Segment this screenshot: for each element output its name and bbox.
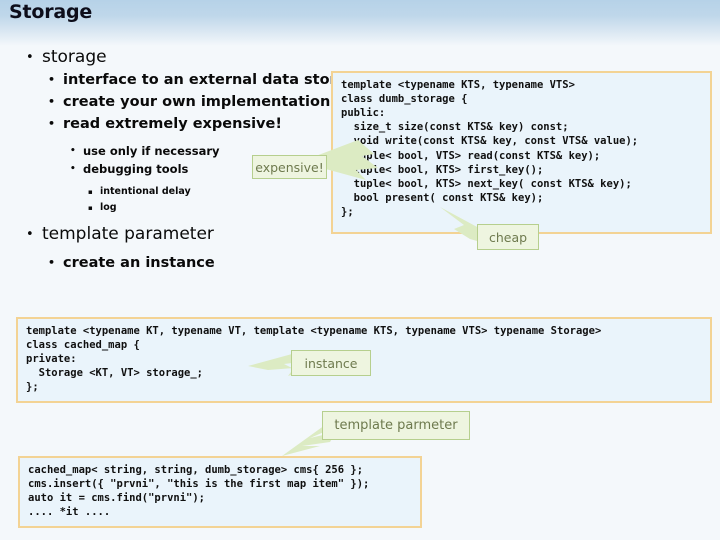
bullet-text: storage — [42, 47, 107, 67]
bullet-marker: • — [48, 73, 56, 86]
bullet-text: intentional delay — [100, 186, 191, 197]
bullet-text: create an instance — [63, 255, 215, 271]
bullet-marker: ▪ — [88, 204, 93, 212]
bullet-text: interface to an external data store — [63, 72, 347, 88]
bullet-text: use only if necessary — [83, 144, 220, 158]
callout-instance-label: instance — [304, 355, 358, 371]
bullet-item-log: ▪ log — [0, 200, 340, 216]
bullet-marker: • — [48, 95, 56, 108]
bullet-marker: • — [70, 146, 76, 156]
bullet-item-template-parameter: • template parameter — [0, 223, 340, 246]
callout-cheap: cheap — [477, 224, 539, 250]
callout-expensive-label: expensive! — [255, 159, 324, 175]
bullet-item-read-expensive: • read extremely expensive! — [0, 113, 340, 135]
bullet-item-intentional-delay: ▪ intentional delay — [0, 184, 340, 200]
bullet-text: debugging tools — [83, 162, 189, 176]
bullet-marker: • — [26, 227, 34, 242]
bullet-text: read extremely expensive! — [63, 116, 282, 132]
bullet-item-create-own-implementation: • create your own implementation — [0, 91, 340, 113]
bullet-marker: ▪ — [88, 188, 93, 196]
bullet-marker: • — [26, 50, 34, 65]
outline-spacer — [0, 216, 340, 223]
code-block-dumb-storage: template <typename KTS, typename VTS> cl… — [331, 70, 712, 234]
bullet-item-interface-external-store: • interface to an external data store — [0, 69, 347, 91]
slide-canvas: Storage • storage • interface to an exte… — [0, 0, 720, 540]
outline-spacer — [0, 135, 340, 142]
bullet-text: create your own implementation — [63, 94, 331, 110]
page-title: Storage — [9, 1, 93, 23]
bullet-item-create-an-instance: • create an instance — [0, 252, 340, 274]
bullet-text: log — [100, 202, 117, 213]
bullet-marker: • — [70, 164, 76, 174]
callout-expensive: expensive! — [252, 155, 327, 179]
bullet-text: template parameter — [42, 224, 214, 244]
bullet-item-storage: • storage — [0, 46, 340, 69]
slide-header-band — [0, 0, 720, 46]
code-block-usage-example: cached_map< string, string, dumb_storage… — [18, 455, 422, 528]
callout-template-parameter: template parmeter — [322, 411, 470, 440]
bullet-marker: • — [48, 117, 56, 130]
callout-template-parameter-label: template parmeter — [334, 418, 458, 433]
bullet-marker: • — [48, 256, 56, 269]
callout-instance: instance — [291, 350, 371, 376]
callout-cheap-label: cheap — [488, 229, 528, 245]
